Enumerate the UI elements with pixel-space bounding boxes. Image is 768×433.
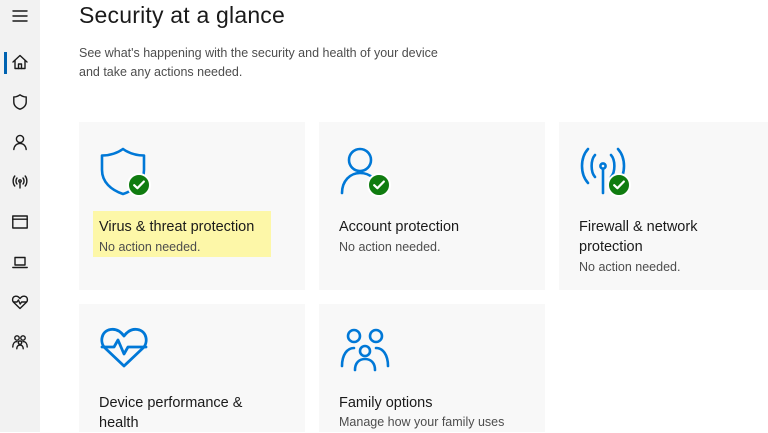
shield-icon [13, 94, 27, 110]
sidebar-item-account-protection[interactable] [0, 122, 40, 162]
heart-pulse-icon [99, 322, 149, 370]
tile-title: Virus & threat protection [99, 219, 255, 235]
sidebar-item-device-performance[interactable] [0, 282, 40, 322]
app-browser-icon [12, 215, 28, 229]
tile-status: No action needed. [99, 240, 201, 254]
tile-title-line-1: Device performance & [99, 395, 243, 411]
heart-pulse-icon [11, 295, 29, 310]
sidebar-item-virus-protection[interactable] [0, 82, 40, 122]
subtitle-line-2: and take any actions needed. [79, 65, 243, 79]
sidebar-item-home[interactable] [0, 42, 40, 82]
sidebar-item-app-browser-control[interactable] [0, 202, 40, 242]
menu-icon [12, 10, 28, 22]
tile-status: Manage how your family uses [339, 415, 505, 429]
tile-status: No action needed. [339, 240, 441, 254]
tile-title-line-1: Firewall & network [579, 219, 698, 235]
tile-title: Family options [339, 395, 433, 411]
laptop-icon [12, 256, 28, 269]
subtitle-line-1: See what's happening with the security a… [79, 46, 438, 60]
tile-title: Account protection [339, 219, 460, 235]
menu-button[interactable] [0, 0, 40, 36]
home-icon [12, 54, 28, 70]
check-icon [127, 173, 151, 197]
sidebar-item-device-security[interactable] [0, 242, 40, 282]
family-icon [12, 335, 28, 350]
sidebar-item-firewall[interactable] [0, 162, 40, 202]
sidebar-item-family-options[interactable] [0, 322, 40, 362]
sidebar [0, 0, 40, 432]
tile-title: Firewall & network protection [579, 217, 697, 257]
family-icon [340, 326, 390, 372]
page-subtitle: See what's happening with the security a… [79, 44, 479, 82]
person-icon [13, 134, 27, 151]
tile-title-line-2: protection [579, 239, 643, 255]
page-title: Security at a glance [79, 2, 286, 28]
check-icon [367, 173, 391, 197]
check-icon [607, 173, 631, 197]
tile-title-line-2: health [99, 415, 139, 431]
tile-status: No action needed. [579, 260, 681, 274]
tile-title: Device performance & health [99, 393, 242, 433]
wireless-icon [12, 175, 28, 189]
